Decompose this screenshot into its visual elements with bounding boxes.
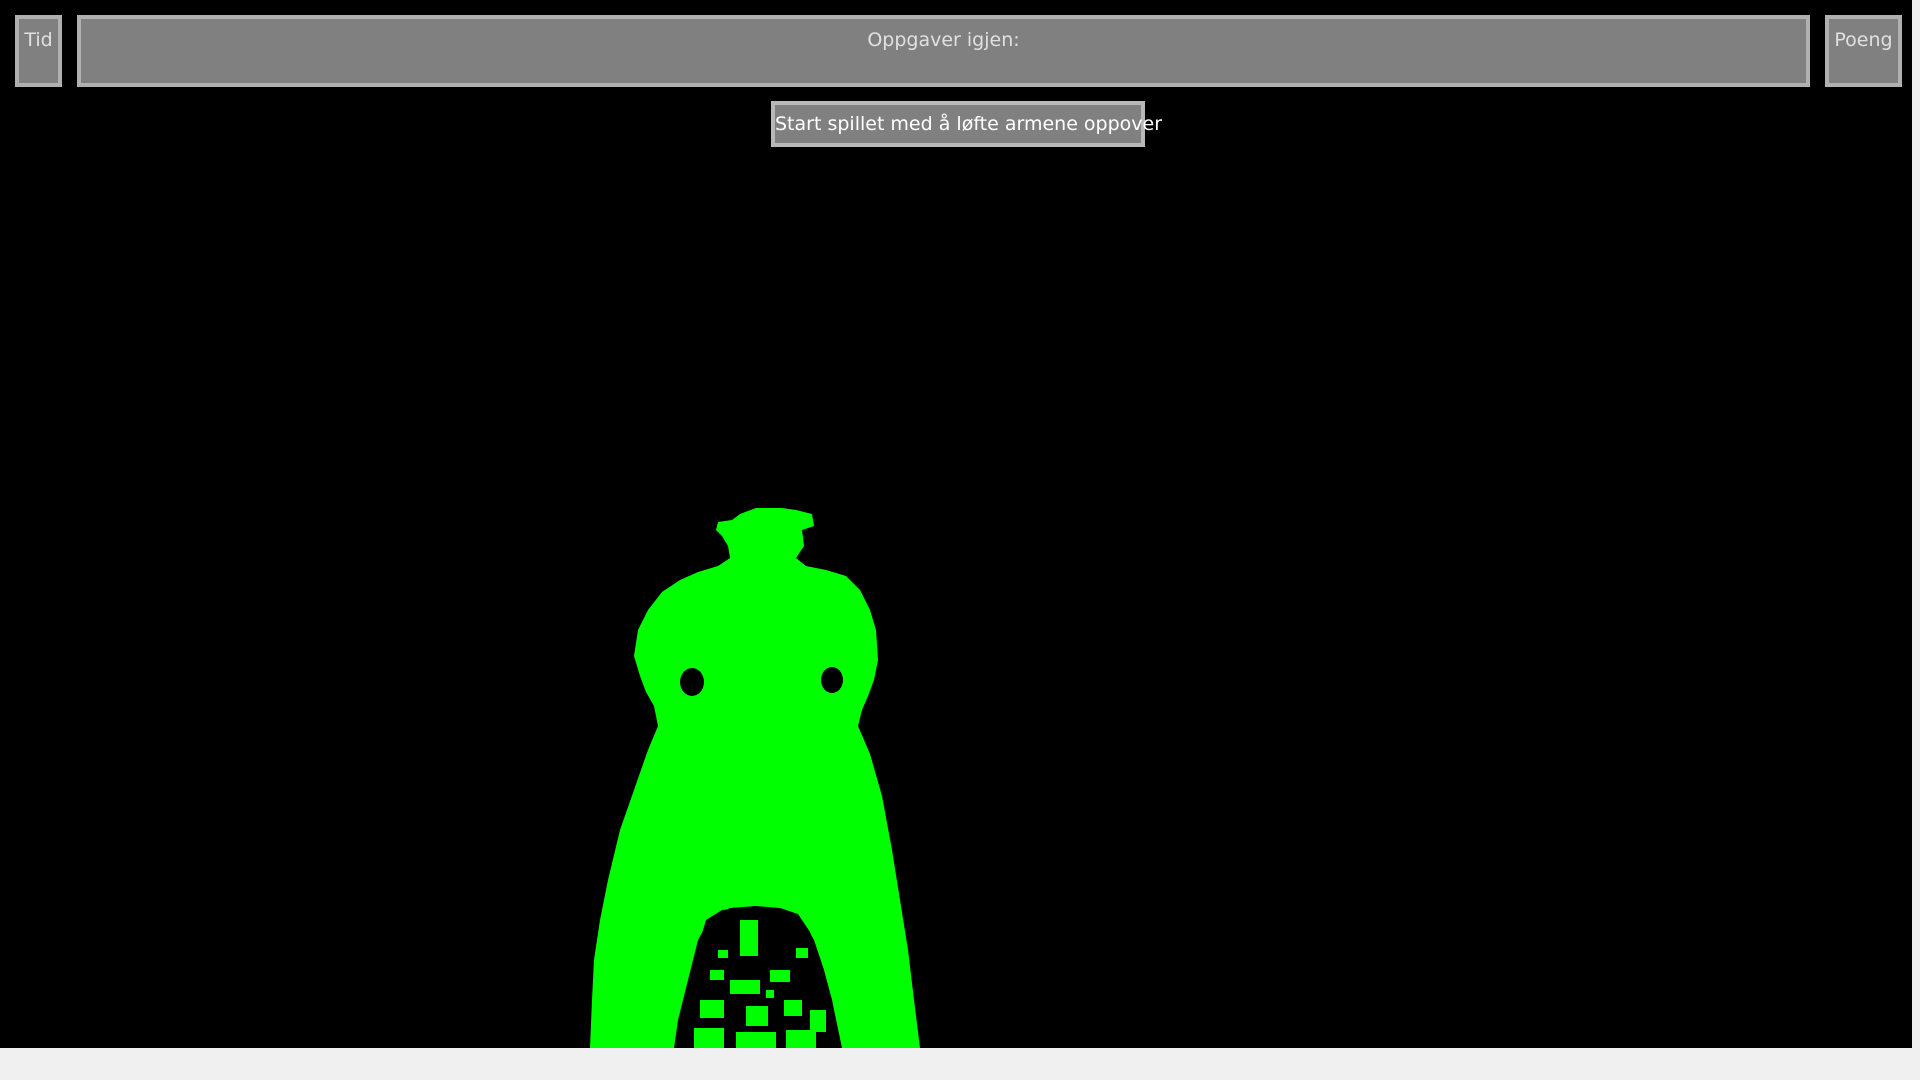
score-label: Poeng	[1834, 29, 1893, 51]
bottom-strip	[0, 1048, 1920, 1080]
window-right-edge	[1912, 0, 1920, 1048]
player-silhouette	[590, 508, 920, 1048]
tasks-remaining-panel: Oppgaver igjen:	[77, 15, 1810, 87]
left-arm-gap	[680, 668, 704, 696]
start-game-label: Start spillet med å løfte armene oppover	[775, 113, 1163, 135]
camera-view: Tid Oppgaver igjen: Poeng Start spillet …	[0, 0, 1912, 1048]
time-label: Tid	[24, 29, 53, 51]
time-panel: Tid	[15, 15, 62, 87]
right-arm-gap	[821, 667, 843, 693]
score-panel: Poeng	[1825, 15, 1902, 87]
start-game-button[interactable]: Start spillet med å løfte armene oppover	[771, 101, 1162, 147]
tasks-remaining-label: Oppgaver igjen:	[867, 29, 1020, 51]
game-window: Tid Oppgaver igjen: Poeng Start spillet …	[0, 0, 1920, 1080]
